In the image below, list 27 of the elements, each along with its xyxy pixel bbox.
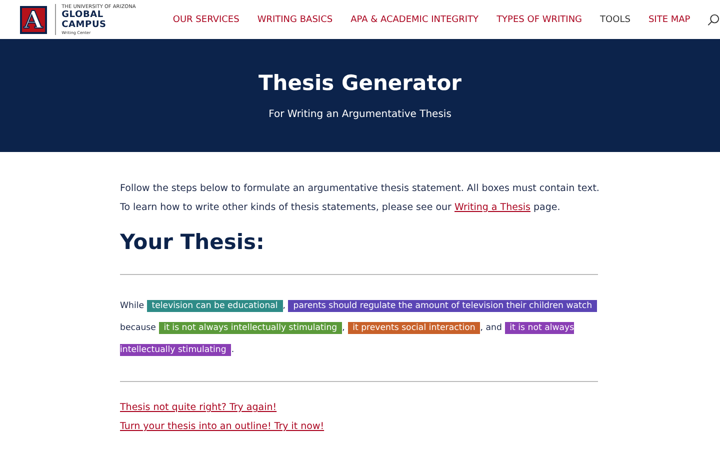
highlighted-phrase: television can be educational bbox=[146, 300, 283, 312]
highlighted-phrase: it prevents social interaction bbox=[348, 322, 480, 334]
logo-icon: A bbox=[20, 6, 47, 34]
sentence-text: , bbox=[342, 323, 345, 333]
page-subtitle: For Writing an Argumentative Thesis bbox=[268, 109, 452, 120]
link[interactable]: Writing a Thesis bbox=[454, 202, 530, 213]
nav-link[interactable]: TOOLS bbox=[591, 14, 640, 24]
logo-text: GLOBAL CAMPUS bbox=[62, 10, 108, 30]
highlighted-phrase: parents should regulate the amount of television their children watch bbox=[288, 300, 598, 312]
sentence-text: While bbox=[120, 301, 144, 311]
nav-link[interactable]: OUR SERVICES bbox=[164, 14, 248, 24]
search-icon[interactable] bbox=[707, 12, 720, 26]
nav-link[interactable]: TYPES OF WRITING bbox=[488, 14, 592, 24]
page-title: Thesis Generator bbox=[258, 71, 462, 95]
section-heading: Your Thesis: bbox=[120, 230, 266, 254]
nav-link[interactable]: SITE MAP bbox=[639, 14, 700, 24]
intro-text: To learn how to write other kinds of thesis statements, please see our Writing a Thesis page. bbox=[120, 201, 562, 214]
link[interactable]: Turn your thesis into an outline! Try it now! bbox=[120, 421, 324, 432]
link[interactable]: Thesis not quite right? Try again! bbox=[120, 402, 277, 413]
intro-text: Follow the steps below to formulate an argumentative thesis statement. All boxes must contain text. bbox=[120, 182, 598, 195]
nav-link[interactable]: WRITING BASICS bbox=[248, 14, 342, 24]
sentence-text: . bbox=[231, 345, 234, 355]
sentence-text: , bbox=[282, 301, 286, 311]
sentence-text: , and bbox=[480, 323, 502, 333]
sentence-text: because bbox=[120, 323, 156, 333]
highlighted-phrase: it is not always intellectually stimulating bbox=[158, 322, 342, 334]
nav-link[interactable]: APA & ACADEMIC INTEGRITY bbox=[342, 14, 488, 24]
